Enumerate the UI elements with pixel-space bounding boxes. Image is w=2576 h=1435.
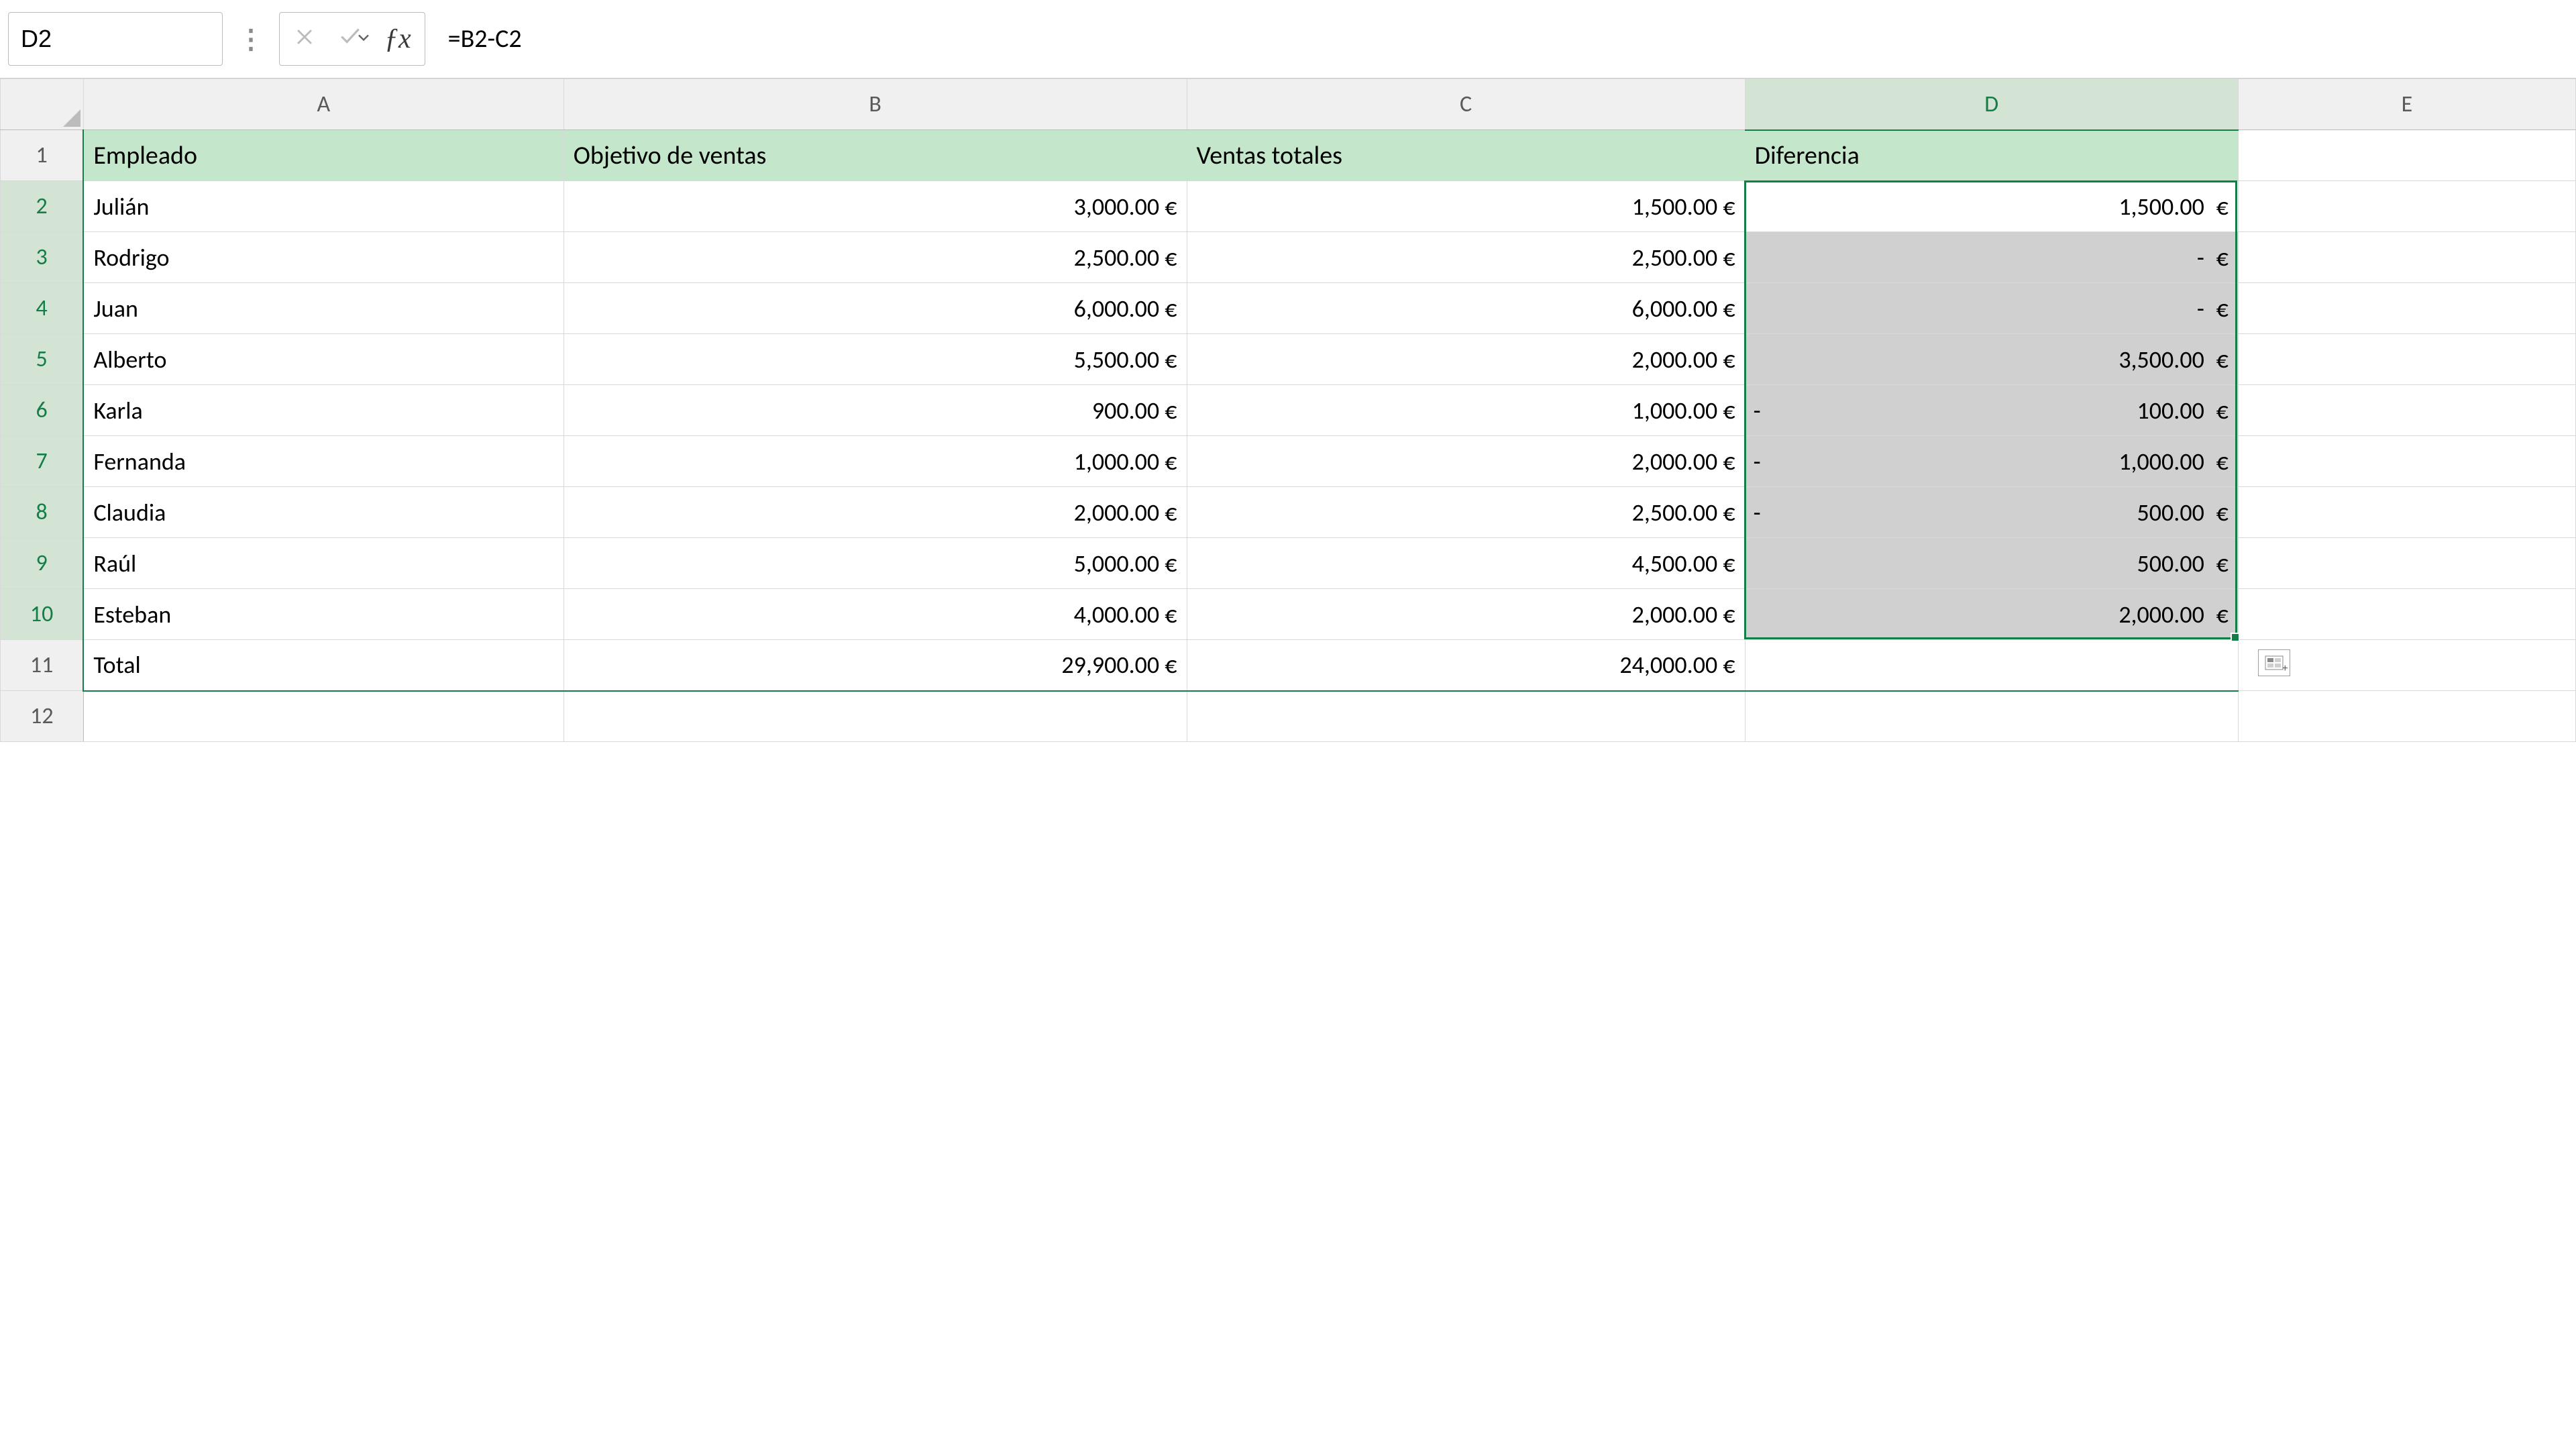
- cell-B8[interactable]: 2,000.00 €: [564, 487, 1187, 538]
- cell-E5[interactable]: [2238, 334, 2575, 385]
- cell-D5[interactable]: 3,500.00€: [1745, 334, 2238, 385]
- name-box-container: [8, 12, 223, 66]
- cell-C1[interactable]: Ventas totales: [1187, 130, 1745, 181]
- cell-B5[interactable]: 5,500.00 €: [564, 334, 1187, 385]
- column-header-E[interactable]: E: [2238, 79, 2575, 130]
- cell-E1[interactable]: [2238, 130, 2575, 181]
- cell-A1[interactable]: Empleado: [83, 130, 564, 181]
- row-header-7[interactable]: 7: [1, 436, 84, 487]
- cell-A12[interactable]: [83, 691, 564, 742]
- cell-B2[interactable]: 3,000.00 €: [564, 181, 1187, 232]
- select-all-corner[interactable]: [1, 79, 84, 130]
- cell-E3[interactable]: [2238, 232, 2575, 283]
- cell-B10[interactable]: 4,000.00 €: [564, 589, 1187, 640]
- cell-C12[interactable]: [1187, 691, 1745, 742]
- row-header-11[interactable]: 11: [1, 640, 84, 691]
- cell-A10[interactable]: Esteban: [83, 589, 564, 640]
- autofill-options-icon[interactable]: +: [2258, 649, 2290, 676]
- cell-B4[interactable]: 6,000.00 €: [564, 283, 1187, 334]
- row-header-6[interactable]: 6: [1, 385, 84, 436]
- row-header-3[interactable]: 3: [1, 232, 84, 283]
- cell-E6[interactable]: [2238, 385, 2575, 436]
- cell-E7[interactable]: [2238, 436, 2575, 487]
- cell-C10[interactable]: 2,000.00 €: [1187, 589, 1745, 640]
- cell-A11[interactable]: Total: [83, 640, 564, 691]
- row-header-10[interactable]: 10: [1, 589, 84, 640]
- cell-B7[interactable]: 1,000.00 €: [564, 436, 1187, 487]
- cell-E10[interactable]: [2238, 589, 2575, 640]
- cell-D2[interactable]: 1,500.00€: [1745, 181, 2238, 232]
- row-header-1[interactable]: 1: [1, 130, 84, 181]
- formula-bar: ⋮ ƒx =B2-C2: [0, 0, 2576, 78]
- cell-B12[interactable]: [564, 691, 1187, 742]
- cell-A4[interactable]: Juan: [83, 283, 564, 334]
- spreadsheet-grid[interactable]: ABCDE 1EmpleadoObjetivo de ventasVentas t…: [0, 78, 2576, 742]
- column-header-D[interactable]: D: [1745, 79, 2238, 130]
- column-header-C[interactable]: C: [1187, 79, 1745, 130]
- cell-D7[interactable]: -1,000.00€: [1745, 436, 2238, 487]
- name-box[interactable]: [9, 13, 345, 65]
- cell-E12[interactable]: [2238, 691, 2575, 742]
- cell-D8[interactable]: -500.00€: [1745, 487, 2238, 538]
- row-header-4[interactable]: 4: [1, 283, 84, 334]
- cell-C9[interactable]: 4,500.00 €: [1187, 538, 1745, 589]
- cell-B6[interactable]: 900.00 €: [564, 385, 1187, 436]
- cell-D1[interactable]: Diferencia: [1745, 130, 2238, 181]
- cell-A2[interactable]: Julián: [83, 181, 564, 232]
- cell-D12[interactable]: [1745, 691, 2238, 742]
- chevron-down-icon[interactable]: [345, 24, 386, 54]
- cell-D3[interactable]: -€: [1745, 232, 2238, 283]
- cell-A3[interactable]: Rodrigo: [83, 232, 564, 283]
- row-header-9[interactable]: 9: [1, 538, 84, 589]
- cell-D4[interactable]: -€: [1745, 283, 2238, 334]
- cell-A8[interactable]: Claudia: [83, 487, 564, 538]
- cell-C5[interactable]: 2,000.00 €: [1187, 334, 1745, 385]
- cell-D6[interactable]: -100.00€: [1745, 385, 2238, 436]
- cell-E4[interactable]: [2238, 283, 2575, 334]
- row-header-2[interactable]: 2: [1, 181, 84, 232]
- cell-E9[interactable]: [2238, 538, 2575, 589]
- cell-A5[interactable]: Alberto: [83, 334, 564, 385]
- cell-B11[interactable]: 29,900.00 €: [564, 640, 1187, 691]
- column-header-A[interactable]: A: [83, 79, 564, 130]
- cell-A6[interactable]: Karla: [83, 385, 564, 436]
- row-header-5[interactable]: 5: [1, 334, 84, 385]
- cell-E8[interactable]: [2238, 487, 2575, 538]
- cell-B1[interactable]: Objetivo de ventas: [564, 130, 1187, 181]
- cell-C7[interactable]: 2,000.00 €: [1187, 436, 1745, 487]
- cell-D10[interactable]: 2,000.00€: [1745, 589, 2238, 640]
- cell-A9[interactable]: Raúl: [83, 538, 564, 589]
- cell-C6[interactable]: 1,000.00 €: [1187, 385, 1745, 436]
- cell-B3[interactable]: 2,500.00 €: [564, 232, 1187, 283]
- cell-B9[interactable]: 5,000.00 €: [564, 538, 1187, 589]
- cell-C2[interactable]: 1,500.00 €: [1187, 181, 1745, 232]
- cell-C4[interactable]: 6,000.00 €: [1187, 283, 1745, 334]
- cell-C3[interactable]: 2,500.00 €: [1187, 232, 1745, 283]
- cell-C11[interactable]: 24,000.00 €: [1187, 640, 1745, 691]
- cell-C8[interactable]: 2,500.00 €: [1187, 487, 1745, 538]
- cell-D9[interactable]: 500.00€: [1745, 538, 2238, 589]
- cell-D11[interactable]: [1745, 640, 2238, 691]
- row-header-12[interactable]: 12: [1, 691, 84, 742]
- column-header-B[interactable]: B: [564, 79, 1187, 130]
- cell-E2[interactable]: [2238, 181, 2575, 232]
- cell-A7[interactable]: Fernanda: [83, 436, 564, 487]
- formula-input[interactable]: =B2-C2: [432, 23, 2568, 54]
- row-header-8[interactable]: 8: [1, 487, 84, 538]
